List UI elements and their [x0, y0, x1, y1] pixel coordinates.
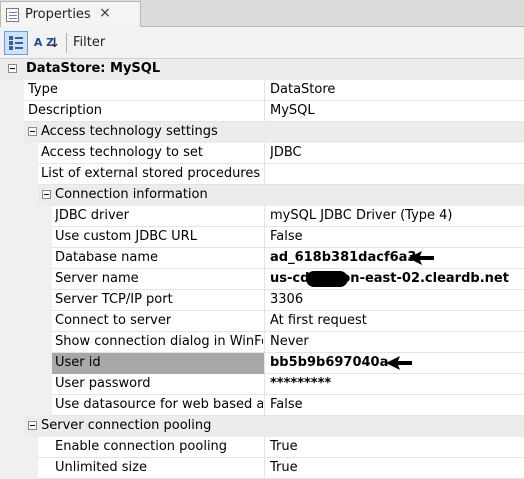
property-name: User id	[55, 355, 101, 370]
tab-label: Properties	[25, 7, 91, 22]
property-name: Description	[28, 103, 103, 118]
property-value[interactable]: MySQL	[270, 101, 524, 121]
property-row-database-name[interactable]: Database name ad_618b381dacf6a3	[0, 248, 524, 269]
sort-az-icon: A Z ↓	[34, 37, 60, 50]
property-row-type[interactable]: Type DataStore	[0, 80, 524, 101]
tab-strip: Properties ×	[0, 0, 524, 27]
property-row-enable-pooling[interactable]: Enable connection pooling True	[0, 437, 524, 458]
collapse-icon[interactable]	[8, 64, 17, 73]
property-row-custom-jdbc-url[interactable]: Use custom JDBC URL False	[0, 227, 524, 248]
category-label: Connection information	[55, 187, 208, 202]
close-icon[interactable]: ×	[97, 5, 113, 21]
property-value[interactable]: ad_618b381dacf6a3	[270, 248, 524, 268]
collapse-icon[interactable]	[42, 190, 51, 199]
property-row-user-id[interactable]: User id bb5b9b697040a	[0, 353, 524, 374]
property-name: Use custom JDBC URL	[55, 229, 197, 244]
property-name: Show connection dialog in WinForms	[55, 334, 263, 349]
property-value[interactable]	[270, 164, 524, 184]
property-row-server-port[interactable]: Server TCP/IP port 3306	[0, 290, 524, 311]
property-row-server-name[interactable]: Server name us-cdbr-iron-east-02.cleardb…	[0, 269, 524, 290]
property-row-connect-to-server[interactable]: Connect to server At first request	[0, 311, 524, 332]
property-value[interactable]: False	[270, 227, 524, 247]
property-row-unlimited-size[interactable]: Unlimited size True	[0, 458, 524, 479]
redaction-arrow-icon	[386, 356, 412, 370]
property-row-access-technology[interactable]: Access technology to set JDBC	[0, 143, 524, 164]
property-row-description[interactable]: Description MySQL	[0, 101, 524, 122]
property-value[interactable]: Never	[270, 332, 524, 352]
property-name: Connect to server	[55, 313, 172, 328]
property-row-jdbc-driver[interactable]: JDBC driver mySQL JDBC Driver (Type 4)	[0, 206, 524, 227]
property-row-user-password[interactable]: User password *********	[0, 374, 524, 395]
property-row-show-connection-dialog[interactable]: Show connection dialog in WinForms Never	[0, 332, 524, 353]
category-connection-pooling[interactable]: Server connection pooling	[0, 416, 524, 437]
toolbar: A Z ↓ Filter	[0, 27, 524, 59]
properties-sheet-icon	[5, 7, 21, 23]
redaction-blob	[306, 271, 348, 287]
property-value[interactable]: DataStore	[270, 80, 524, 100]
property-value[interactable]: *********	[270, 374, 524, 394]
property-row-external-procedures[interactable]: List of external stored procedures	[0, 164, 524, 185]
categorized-icon	[8, 35, 24, 51]
category-label: Access technology settings	[41, 124, 218, 139]
property-name: Use datasource for web based application…	[55, 397, 263, 412]
category-root[interactable]: DataStore: MySQL	[0, 59, 524, 80]
property-row-web-datasource[interactable]: Use datasource for web based application…	[0, 395, 524, 416]
collapse-icon[interactable]	[28, 421, 37, 430]
category-access-technology[interactable]: Access technology settings	[0, 122, 524, 143]
sort-alphabetical-button[interactable]: A Z ↓	[32, 31, 60, 55]
property-name: List of external stored procedures	[41, 166, 261, 181]
property-name: Enable connection pooling	[55, 439, 228, 454]
category-label: DataStore: MySQL	[26, 61, 161, 76]
redaction-arrow-icon	[408, 251, 434, 265]
property-value[interactable]: True	[270, 458, 524, 478]
property-value[interactable]: 3306	[270, 290, 524, 310]
filter-button[interactable]: Filter	[73, 35, 105, 50]
property-value[interactable]: mySQL JDBC Driver (Type 4)	[270, 206, 524, 226]
property-name: User password	[55, 376, 151, 391]
toolbar-separator	[66, 32, 67, 53]
property-name: Access technology to set	[41, 145, 204, 160]
collapse-icon[interactable]	[28, 127, 37, 136]
property-name: Database name	[55, 250, 159, 265]
sort-arrow-icon: ↓	[49, 36, 61, 51]
categorized-button[interactable]	[4, 30, 28, 55]
property-grid: DataStore: MySQL Type DataStore Descript…	[0, 59, 524, 479]
category-connection-information[interactable]: Connection information	[0, 185, 524, 206]
property-value[interactable]: JDBC	[270, 143, 524, 163]
property-name: Server TCP/IP port	[55, 292, 173, 307]
property-value[interactable]: At first request	[270, 311, 524, 331]
property-value[interactable]: True	[270, 437, 524, 457]
category-label: Server connection pooling	[41, 418, 212, 433]
property-name: Unlimited size	[55, 460, 147, 475]
property-name: Type	[28, 82, 58, 97]
property-name: Server name	[55, 271, 139, 286]
tab-properties[interactable]: Properties ×	[0, 1, 141, 27]
property-name: JDBC driver	[55, 208, 129, 223]
property-value[interactable]: False	[270, 395, 524, 415]
